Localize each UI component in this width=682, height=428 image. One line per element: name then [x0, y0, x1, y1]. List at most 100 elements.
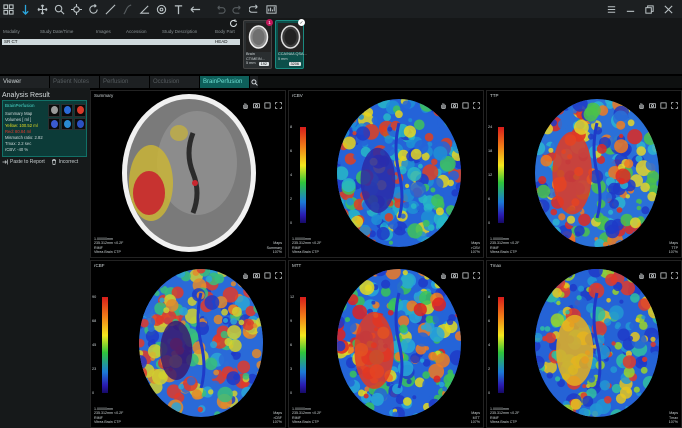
pointer-icon[interactable] [17, 1, 34, 17]
red-volume: Red: 80.84 ml [5, 129, 32, 134]
brain-scan-image[interactable] [91, 91, 286, 258]
map-thumbnails [48, 104, 86, 130]
close-icon[interactable] [659, 1, 678, 17]
viewport-info-left: 1.00000mm 235.312mm <0.2F RIMF Vitrea Brain… [490, 407, 519, 424]
scale-tick-label: 0 [488, 391, 491, 395]
text-icon[interactable] [170, 1, 187, 17]
crosshair-icon[interactable] [68, 1, 85, 17]
roi-icon[interactable] [153, 1, 170, 17]
curve-icon[interactable] [119, 1, 136, 17]
info-line: Vitrea Brain CTP [94, 249, 121, 254]
col-study-description[interactable]: Study Description [162, 29, 197, 34]
refresh-icon[interactable] [229, 19, 238, 28]
series-preview [246, 23, 271, 52]
series-preview [278, 23, 303, 52]
thumb-mtt [61, 117, 73, 130]
tab-perfusion[interactable]: Perfusion [100, 76, 150, 88]
col-accession[interactable]: Accession [126, 29, 147, 34]
restore-icon[interactable] [640, 1, 659, 17]
tab-bar: Viewer Patient Notes Perfusion Occlusion… [0, 76, 682, 88]
undo-icon[interactable] [212, 1, 229, 17]
info-line: Vitrea Brain CTP [94, 419, 121, 424]
color-scale-bar [300, 297, 306, 393]
brain-scan-image[interactable] [91, 261, 286, 428]
col-body-part[interactable]: Body Part [215, 29, 235, 34]
color-scale-bar [102, 297, 108, 393]
tab-occlusion[interactable]: Occlusion [150, 76, 200, 88]
info-line: Vitrea Brain CTP [292, 249, 319, 254]
col-modality[interactable]: Modality [3, 29, 20, 34]
trash-icon [51, 159, 56, 165]
tab-viewer[interactable]: Viewer [0, 76, 50, 88]
viewport-info-right: Maps rCBV 107% [471, 241, 480, 254]
viewport-info-right: Maps TTP 107% [669, 241, 678, 254]
viewport-info-left: 1.00000mm 235.312mm <0.2F RIMF Vitrea Brain… [292, 237, 321, 254]
brain-scan-image[interactable] [289, 261, 484, 428]
series-thumbnail-2[interactable]: ✓ CCA/NA/LQSA... 5 mm 3206 [275, 19, 307, 69]
scale-tick-label: 0 [488, 221, 491, 225]
viewport-rcbv[interactable]: rCBV 8 6 4 2 0 1.00000mm 235.312mm <0.2F RIMF Vit… [288, 90, 484, 258]
paste-to-report-button[interactable]: Paste to Report [2, 159, 45, 165]
grid-layout-icon[interactable] [0, 1, 17, 17]
scale-tick-label: 6 [488, 197, 491, 201]
rotate-icon[interactable] [85, 1, 102, 17]
thumb-ttp [74, 104, 86, 117]
thumb-rcbv [61, 104, 73, 117]
tmax-value: Tmax: 2.2 sec [5, 141, 32, 146]
angle-icon[interactable] [136, 1, 153, 17]
scale-tick-label: 3 [290, 367, 293, 371]
summary-map-label: Summary Map [5, 111, 33, 116]
map-line: Maps [471, 241, 480, 246]
series-image-count: 3206 [288, 62, 301, 66]
scale-tick-label: 18 [488, 149, 493, 153]
series-image-count: 192 [258, 62, 269, 66]
map-line: Maps [273, 411, 282, 416]
col-images[interactable]: Images [96, 29, 111, 34]
tab-patient-notes[interactable]: Patient Notes [50, 76, 100, 88]
brain-scan-image[interactable] [487, 261, 682, 428]
scale-tick-label: 0 [290, 221, 293, 225]
tab-brainperfusion[interactable]: BrainPerfusion [200, 76, 250, 88]
scale-tick-label: 9 [290, 319, 293, 323]
viewport-info-right: Maps rCBF 107% [273, 411, 282, 424]
viewport-mtt[interactable]: MTT 12 9 6 3 0 1.00000mm 235.312mm <0.2F RIMF Vit… [288, 260, 484, 428]
info-line: 235.312mm <0.2F [292, 241, 322, 246]
zoom-icon[interactable] [51, 1, 68, 17]
scale-tick-label: 12 [290, 295, 295, 299]
map-line: Maps [669, 241, 678, 246]
brain-scan-image[interactable] [487, 91, 682, 258]
brain-scan-image[interactable] [289, 91, 484, 258]
map-line: Maps [669, 411, 678, 416]
search-icon[interactable] [250, 76, 258, 88]
incorrect-button[interactable]: Incorrect [51, 159, 78, 165]
viewport-rcbf[interactable]: rCBF 90 68 45 23 0 1.00000mm 235.312mm <0.2F RIM… [90, 260, 286, 428]
viewport-info-right: Maps Summary 107% [267, 241, 282, 254]
info-line: 235.312mm <0.2F [94, 241, 124, 246]
capture-icon[interactable] [263, 1, 280, 17]
line-icon[interactable] [102, 1, 119, 17]
scale-tick-label: 2 [488, 367, 491, 371]
redo-icon[interactable] [229, 1, 246, 17]
viewport-ttp[interactable]: TTP 24 18 12 6 0 1.00000mm 235.312mm <0.2F RIMF V… [486, 90, 682, 258]
study-browser: Modality Study Date/Time Images Accessio… [0, 18, 682, 74]
color-scale-bar [498, 297, 504, 393]
cell-body-part: HEAD [215, 39, 228, 44]
info-line: 235.312mm <0.2F [292, 411, 322, 416]
col-study-date[interactable]: Study Date/Time [40, 29, 73, 34]
viewport-tmax[interactable]: Tmax 8 6 4 2 0 1.00000mm 235.312mm <0.2F RIMF Vit… [486, 260, 682, 428]
info-line: 235.312mm <0.2F [94, 411, 124, 416]
info-line: Vitrea Brain CTP [490, 419, 517, 424]
scale-tick-label: 4 [488, 343, 491, 347]
save-icon[interactable] [246, 1, 263, 17]
viewport-summary[interactable]: Summary 1.00000mm 235.312mm <0.2F RIMF Vitre… [90, 90, 286, 258]
menu-icon[interactable] [602, 1, 621, 17]
pan-icon[interactable] [34, 1, 51, 17]
table-row[interactable]: SR CT HEAD [2, 39, 240, 45]
back-arrow-icon[interactable] [187, 1, 204, 17]
minimize-icon[interactable] [621, 1, 640, 17]
analysis-card[interactable]: BrainPerfusion Summary Map Volumes [ ml … [2, 100, 87, 157]
series-thumbnail-1[interactable]: 1 Brain CT/MEIN... 5 mm 192 [243, 19, 273, 69]
window-controls [602, 1, 678, 17]
analysis-panel: Analysis Result BrainPerfusion Summary M… [0, 88, 90, 428]
scale-tick-label: 23 [92, 367, 97, 371]
